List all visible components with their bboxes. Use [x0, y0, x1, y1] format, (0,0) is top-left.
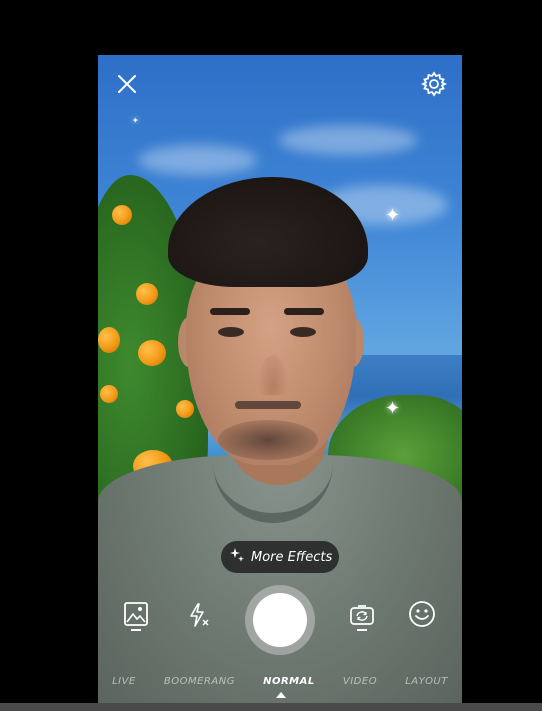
mode-normal[interactable]: NORMAL — [263, 676, 315, 687]
more-effects-button[interactable]: More Effects — [221, 541, 339, 573]
cloud — [278, 125, 418, 155]
orange-fruit — [176, 400, 194, 418]
sparkle-icon: ✦ — [385, 205, 401, 226]
eyebrow — [210, 308, 250, 315]
mode-video[interactable]: VIDEO — [343, 676, 377, 687]
close-icon[interactable] — [114, 71, 140, 97]
nose — [258, 355, 288, 395]
orange-fruit — [100, 385, 118, 403]
gear-icon[interactable] — [420, 70, 448, 98]
sparkles-icon — [229, 547, 245, 567]
shutter-button[interactable] — [245, 585, 315, 655]
shutter-inner — [253, 593, 307, 647]
mustache — [235, 401, 301, 409]
mode-boomerang[interactable]: BOOMERANG — [164, 676, 235, 687]
orange-fruit — [138, 340, 166, 366]
eyebrow — [284, 308, 324, 315]
active-mode-indicator — [276, 692, 286, 698]
beard — [218, 420, 318, 460]
system-bottom-bar — [0, 703, 542, 711]
camera-mode-selector: LIVE BOOMERANG NORMAL VIDEO LAYOUT — [98, 670, 462, 692]
eye — [218, 327, 244, 337]
flash-off-icon[interactable] — [184, 601, 212, 629]
orange-fruit — [98, 327, 120, 353]
orange-fruit — [136, 283, 158, 305]
cloud — [138, 145, 258, 175]
camera-viewfinder: ✦ ✦ ✦ More Effects LIVE BOOMERANG NORMAL… — [98, 55, 462, 703]
eye — [290, 327, 316, 337]
more-effects-label: More Effects — [251, 549, 333, 565]
sparkle-icon: ✦ — [385, 398, 401, 419]
mode-live[interactable]: LIVE — [112, 676, 136, 687]
orange-fruit — [112, 205, 132, 225]
gallery-icon[interactable] — [122, 600, 150, 632]
emoji-icon[interactable] — [407, 599, 437, 629]
sparkle-icon: ✦ — [132, 116, 139, 125]
mode-layout[interactable]: LAYOUT — [405, 676, 448, 687]
switch-camera-icon[interactable] — [348, 601, 376, 633]
